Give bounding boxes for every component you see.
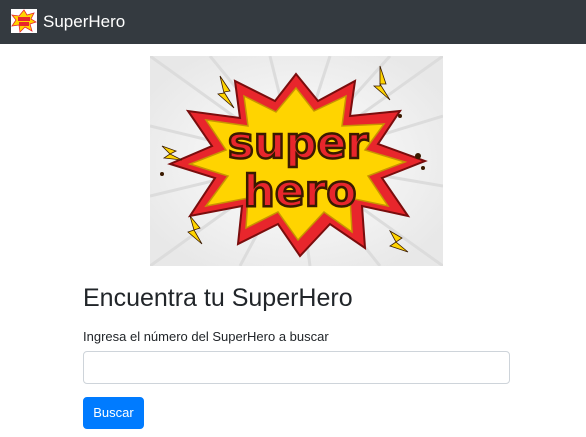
superhero-banner-image: super hero [150, 56, 443, 266]
top-navbar: SuperHero [0, 0, 586, 44]
page-title: Encuentra tu SuperHero [83, 284, 353, 312]
hero-image-text-super: super [228, 118, 369, 169]
hero-number-label: Ingresa el número del SuperHero a buscar [83, 329, 329, 344]
superhero-logo-icon[interactable] [11, 9, 37, 33]
brand-name[interactable]: SuperHero [43, 12, 125, 32]
search-button[interactable]: Buscar [83, 397, 144, 429]
hero-image-text-hero: hero [243, 166, 356, 217]
hero-number-input[interactable] [83, 351, 510, 384]
